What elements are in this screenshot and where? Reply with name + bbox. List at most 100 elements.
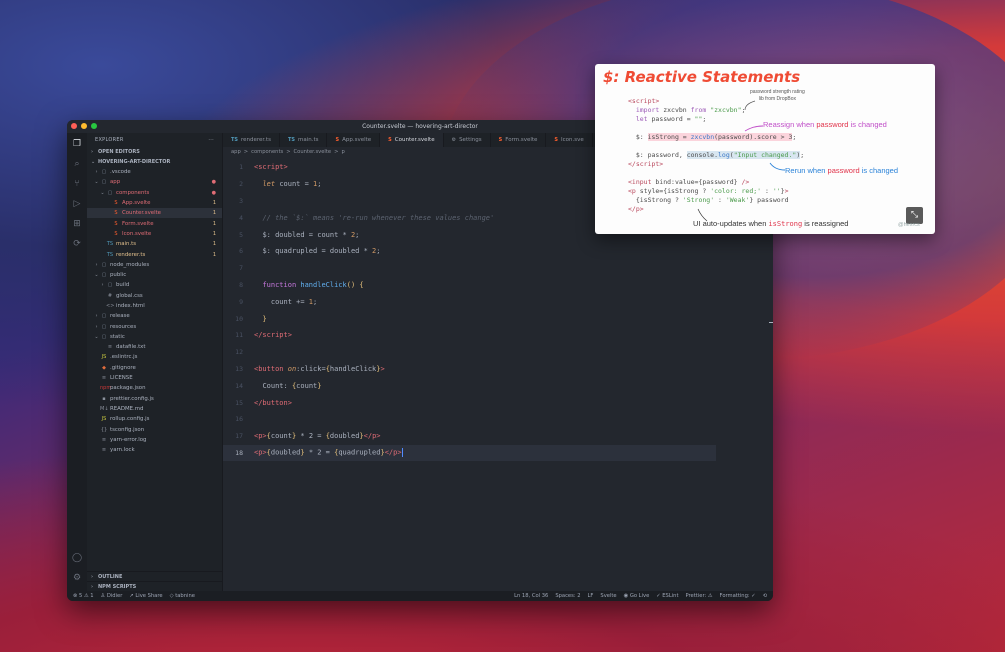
tree-item[interactable]: npm package.json	[87, 383, 222, 393]
user-indicator[interactable]: ♙ Didier	[101, 593, 123, 599]
tree-item[interactable]: JS .eslintrc.js	[87, 352, 222, 362]
tree-item[interactable]: › ▢ node_modules	[87, 260, 222, 270]
eslint-status[interactable]: ✓ ESLint	[656, 593, 678, 599]
search-icon[interactable]: ⌕	[72, 159, 82, 169]
tab-file-icon: S	[335, 137, 340, 143]
live-share-icon[interactable]: ⟳	[72, 239, 82, 249]
breadcrumb-item[interactable]: components	[251, 149, 283, 155]
tree-item-label: resources	[110, 323, 137, 330]
code-line[interactable]: 14 Count: {count}	[223, 377, 773, 394]
project-section[interactable]: ⌄ HOVERING-ART-DIRECTOR	[87, 157, 222, 167]
zoom-window-button[interactable]	[91, 123, 97, 129]
tree-item[interactable]: S Form.svelte 1	[87, 218, 222, 228]
problems-indicator[interactable]: ⊗ 5 ⚠ 1	[73, 593, 94, 599]
tree-item[interactable]: ◆ .gitignore	[87, 363, 222, 373]
open-editors-section[interactable]: › OPEN EDITORS	[87, 147, 222, 157]
note-pw-line-2: lib from DropBox	[758, 96, 796, 102]
code-line[interactable]: 8 function handleClick() {	[223, 277, 773, 294]
tree-item-label: .gitignore	[110, 364, 136, 371]
tab-icon-sve[interactable]: S Icon.sve	[546, 133, 593, 147]
source-control-icon[interactable]: ⑂	[72, 179, 82, 189]
tree-item[interactable]: S Icon.svelte 1	[87, 229, 222, 239]
file-type-icon: S	[114, 210, 118, 217]
code-line[interactable]: 15 </button>	[223, 394, 773, 411]
tree-item[interactable]: # global.css	[87, 291, 222, 301]
code-line[interactable]: 13 <button on:click={handleClick}>	[223, 361, 773, 378]
language-mode[interactable]: Svelte	[600, 593, 616, 599]
code-line[interactable]: 6 $: quadrupled = doubled * 2;	[223, 243, 773, 260]
code-line[interactable]: 18 <p>{doubled} * 2 = {quadrupled}</p>	[223, 444, 716, 462]
tree-item[interactable]: JS rollup.config.js	[87, 414, 222, 424]
line-number: 16	[235, 415, 243, 424]
outline-label: OUTLINE	[98, 573, 123, 580]
cursor-position[interactable]: Ln 18, Col 36	[514, 593, 548, 599]
settings-gear-icon[interactable]: ⚙	[72, 573, 82, 583]
line-source: Count: {count}	[262, 381, 322, 390]
outline-section[interactable]: › OUTLINE	[87, 571, 222, 581]
prettier-status[interactable]: Prettier: ⚠	[686, 593, 713, 599]
tab-settings[interactable]: ⚙ Settings	[444, 133, 491, 147]
tree-item[interactable]: › ▢ .vscode	[87, 167, 222, 177]
tree-item[interactable]: ≡ datafile.txt	[87, 342, 222, 352]
tab-form-svelte[interactable]: S Form.svelte	[491, 133, 547, 147]
tree-item[interactable]: TS main.ts 1	[87, 239, 222, 249]
chevron-down-icon: ⌄	[94, 272, 99, 279]
extensions-icon[interactable]: ⊞	[72, 219, 82, 229]
tree-item[interactable]: ≡ yarn.lock	[87, 445, 222, 455]
minimize-window-button[interactable]	[81, 123, 87, 129]
chevron-down-icon: ⌄	[91, 159, 96, 165]
tree-item[interactable]: ⌄ ▢ public	[87, 270, 222, 280]
tree-item[interactable]: › ▢ build	[87, 280, 222, 290]
problem-badge: 1	[212, 220, 216, 227]
tree-item[interactable]: ≡ yarn-error.log	[87, 435, 222, 445]
live-share-button[interactable]: ↗ Live Share	[129, 593, 162, 599]
note-reassign-tail: is changed	[848, 120, 887, 129]
code-line[interactable]: 9 count += 1;	[223, 293, 773, 310]
close-window-button[interactable]	[71, 123, 77, 129]
tree-item[interactable]: ⌄ ▢ app ●	[87, 177, 222, 187]
npm-scripts-section[interactable]: › NPM SCRIPTS	[87, 581, 222, 591]
tree-item[interactable]: ⌄ ▢ static	[87, 332, 222, 342]
line-ending[interactable]: LF	[588, 593, 594, 599]
tree-item[interactable]: ≡ LICENSE	[87, 373, 222, 383]
tree-item[interactable]: S Counter.svelte 1	[87, 208, 222, 219]
problem-badge: 1	[212, 210, 216, 217]
line-number: 8	[239, 280, 243, 289]
code-line[interactable]: 7	[223, 260, 773, 277]
tree-item[interactable]: M↓ README.md	[87, 404, 222, 414]
tree-item[interactable]: ⌄ ▢ components ●	[87, 188, 222, 198]
tree-item[interactable]: S App.svelte 1	[87, 198, 222, 208]
tree-item[interactable]: {} tsconfig.json	[87, 424, 222, 434]
tabnine-indicator[interactable]: ◇ tabnine	[170, 593, 195, 599]
tab-app-svelte[interactable]: S App.svelte	[327, 133, 381, 147]
note-reassign-var: password	[816, 120, 849, 129]
indentation[interactable]: Spaces: 2	[555, 593, 580, 599]
file-type-icon: S	[114, 230, 118, 237]
code-line[interactable]: 17 <p>{count} * 2 = {doubled}</p>	[223, 428, 773, 445]
code-line[interactable]: 11 </script>	[223, 327, 773, 344]
notifications-bell-icon[interactable]: ⟲	[763, 593, 767, 599]
breadcrumb-item[interactable]: Counter.svelte	[294, 149, 332, 155]
tree-item[interactable]: › ▢ resources	[87, 321, 222, 331]
more-actions-icon[interactable]: ···	[208, 137, 214, 143]
breadcrumb-item[interactable]: app	[231, 149, 241, 155]
tree-item[interactable]: ▪ prettier.config.js	[87, 394, 222, 404]
tree-item[interactable]: <> index.html	[87, 301, 222, 311]
tab-main-ts[interactable]: TS main.ts	[280, 133, 328, 147]
tab-renderer-ts[interactable]: TS renderer.ts	[223, 133, 280, 147]
go-live-button[interactable]: ◉ Go Live	[624, 593, 650, 599]
line-source: // the `$:` means 're-run whenever these…	[262, 213, 495, 222]
explorer-icon[interactable]: ❐	[72, 139, 82, 149]
account-icon[interactable]: ◯	[72, 553, 82, 563]
run-debug-icon[interactable]: ▷	[72, 199, 82, 209]
breadcrumb-item[interactable]: p	[341, 149, 344, 155]
tree-item-label: README.md	[110, 405, 144, 412]
code-line[interactable]: 16	[223, 411, 773, 428]
tree-item[interactable]: TS renderer.ts 1	[87, 249, 222, 259]
line-number: 9	[239, 297, 243, 306]
code-line[interactable]: 10 }	[223, 310, 773, 327]
tab-counter-svelte[interactable]: S Counter.svelte	[380, 133, 444, 147]
tree-item[interactable]: › ▢ release	[87, 311, 222, 321]
formatting-status[interactable]: Formatting: ✓	[720, 593, 756, 599]
code-line[interactable]: 12	[223, 344, 773, 361]
